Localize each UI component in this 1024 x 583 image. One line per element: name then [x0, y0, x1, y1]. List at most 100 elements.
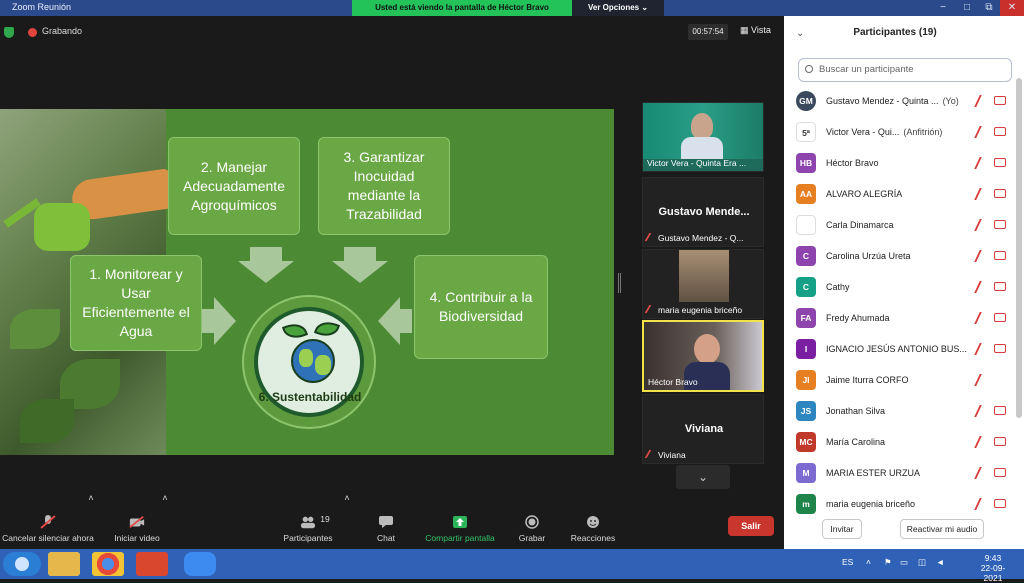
participant-row[interactable]: 5ª Victor Vera - Qui... (Anfitrión) [784, 117, 1012, 148]
arrow-down-icon [238, 247, 294, 283]
network-icon[interactable]: ◫ [918, 557, 926, 568]
mic-muted-icon [974, 95, 990, 107]
mic-muted-icon [974, 126, 990, 138]
participant-row[interactable]: MC María Carolina [784, 427, 1012, 458]
audio-options-chevron-icon[interactable]: ˄ [84, 493, 98, 543]
volume-icon[interactable]: ◄ [936, 557, 944, 567]
invite-button[interactable]: Invitar [822, 519, 862, 539]
sustainability-circle [242, 295, 376, 429]
participant-name-text: maria eugenia briceño [826, 499, 916, 509]
view-button[interactable]: ▦ Vista [740, 25, 771, 36]
unmute-button[interactable]: Cancelar silenciar ahora [0, 499, 96, 549]
minimize-button[interactable]: − [932, 0, 954, 16]
video-off-icon [994, 313, 1006, 322]
video-tile-active-speaker[interactable]: Héctor Bravo [642, 320, 764, 392]
view-label: Vista [751, 25, 771, 35]
file-explorer-icon[interactable] [48, 552, 80, 576]
reactions-button[interactable]: Reacciones [566, 499, 620, 549]
participant-tag: (Anfitrión) [903, 127, 943, 137]
participant-name-text: ALVARO ALEGRÍA [826, 189, 903, 199]
chat-button[interactable]: Chat [366, 499, 406, 549]
avatar: JS [796, 401, 816, 421]
participant-name: Gustavo Mendez - Quinta ... (Yo) [826, 96, 959, 106]
scroll-down-chevron-icon[interactable]: ⌄ [676, 465, 730, 489]
view-options-button[interactable]: Ver Opciones ⌄ [572, 0, 664, 16]
participant-name-text: Jonathan Silva [826, 406, 886, 416]
video-off-icon [994, 96, 1006, 105]
arrow-right-icon [202, 297, 236, 345]
participant-name: Cathy [826, 282, 854, 292]
video-tile[interactable]: Victor Vera - Quinta Era ... [642, 102, 764, 172]
zoom-app-icon[interactable] [184, 552, 216, 576]
participant-name-text: Cathy [826, 282, 850, 292]
tile-name: Héctor Bravo [648, 377, 698, 387]
participant-name: Carla Dinamarca [826, 220, 898, 230]
avatar: FA [796, 308, 816, 328]
video-off-icon [994, 344, 1006, 353]
restore-button[interactable]: ⧉ [978, 0, 1000, 16]
video-off-icon [994, 251, 1006, 260]
search-icon [805, 65, 813, 73]
participant-name: MARIA ESTER URZUA [826, 468, 924, 478]
participant-row[interactable]: C Carolina Urzúa Ureta [784, 241, 1012, 272]
mic-muted-icon [974, 219, 990, 231]
mic-muted-icon [974, 312, 990, 324]
participant-row[interactable]: M MARIA ESTER URZUA [784, 458, 1012, 489]
participant-row[interactable]: I IGNACIO JESÚS ANTONIO BUS... [784, 334, 1012, 365]
flag-icon[interactable]: ⚑ [884, 557, 892, 568]
video-off-icon [994, 220, 1006, 229]
record-icon [525, 515, 539, 529]
leave-button[interactable]: Salir [728, 516, 774, 536]
participant-name: María Carolina [826, 437, 889, 447]
chrome-icon[interactable] [92, 552, 124, 576]
participant-name: Héctor Bravo [826, 158, 883, 168]
participant-row[interactable]: GM Gustavo Mendez - Quinta ... (Yo) [784, 86, 1012, 117]
mic-muted-icon [974, 343, 990, 355]
powerpoint-icon[interactable] [136, 552, 168, 576]
participant-row[interactable]: JS Jonathan Silva [784, 396, 1012, 427]
security-shield-icon[interactable] [4, 27, 14, 38]
arrow-left-icon [378, 297, 412, 345]
mic-muted-icon [974, 157, 990, 169]
participant-row[interactable]: AA ALVARO ALEGRÍA [784, 179, 1012, 210]
meeting-toolbar: Cancelar silenciar ahora ˄ Iniciar video… [0, 493, 784, 549]
language-indicator[interactable]: ES [842, 557, 853, 567]
participant-name-text: Carla Dinamarca [826, 220, 894, 230]
share-screen-button[interactable]: Compartir pantalla [418, 499, 502, 549]
video-off-icon [994, 468, 1006, 477]
globe-icon [291, 339, 335, 383]
participant-name: Jonathan Silva [826, 406, 889, 416]
video-options-chevron-icon[interactable]: ˄ [158, 493, 172, 543]
avatar: JI [796, 370, 816, 390]
maximize-button[interactable]: □ [956, 0, 978, 16]
participant-search-input[interactable]: Buscar un participante [798, 58, 1012, 82]
participant-row[interactable]: FA Fredy Ahumada [784, 303, 1012, 334]
participant-row[interactable]: C Cathy [784, 272, 1012, 303]
avatar: MC [796, 432, 816, 452]
start-button[interactable] [3, 552, 41, 576]
participant-row[interactable]: HB Héctor Bravo [784, 148, 1012, 179]
participants-panel: ⌄ Participantes (19) Buscar un participa… [784, 16, 1024, 549]
participant-row[interactable]: JI Jaime Iturra CORFO [784, 365, 1012, 396]
close-button[interactable]: ✕ [1000, 0, 1024, 16]
video-tile[interactable]: Gustavo Mende... Gustavo Mendez - Q... [642, 177, 764, 247]
video-tile[interactable]: Viviana Viviana [642, 394, 764, 464]
video-tile[interactable]: maria eugenia briceño [642, 249, 764, 319]
battery-icon[interactable]: ▭ [900, 557, 908, 568]
mic-muted-icon [974, 405, 990, 417]
splitter-handle[interactable] [618, 273, 621, 293]
participants-chevron-icon[interactable]: ˄ [340, 493, 354, 543]
record-button[interactable]: Grabar [512, 499, 552, 549]
mic-muted-icon [974, 281, 990, 293]
person-face [691, 113, 713, 139]
avatar: GM [796, 91, 816, 111]
participant-row[interactable]: m maria eugenia briceño [784, 489, 1012, 520]
video-off-icon [994, 406, 1006, 415]
video-off-icon [129, 515, 145, 529]
tray-up-chevron-icon[interactable]: ˄ [866, 557, 871, 567]
mic-muted-icon [974, 374, 990, 386]
video-feed [679, 250, 729, 302]
unmute-me-button[interactable]: Reactivar mi audio [900, 519, 984, 539]
panel-scrollbar[interactable] [1016, 78, 1022, 418]
participant-row[interactable]: Carla Dinamarca [784, 210, 1012, 241]
